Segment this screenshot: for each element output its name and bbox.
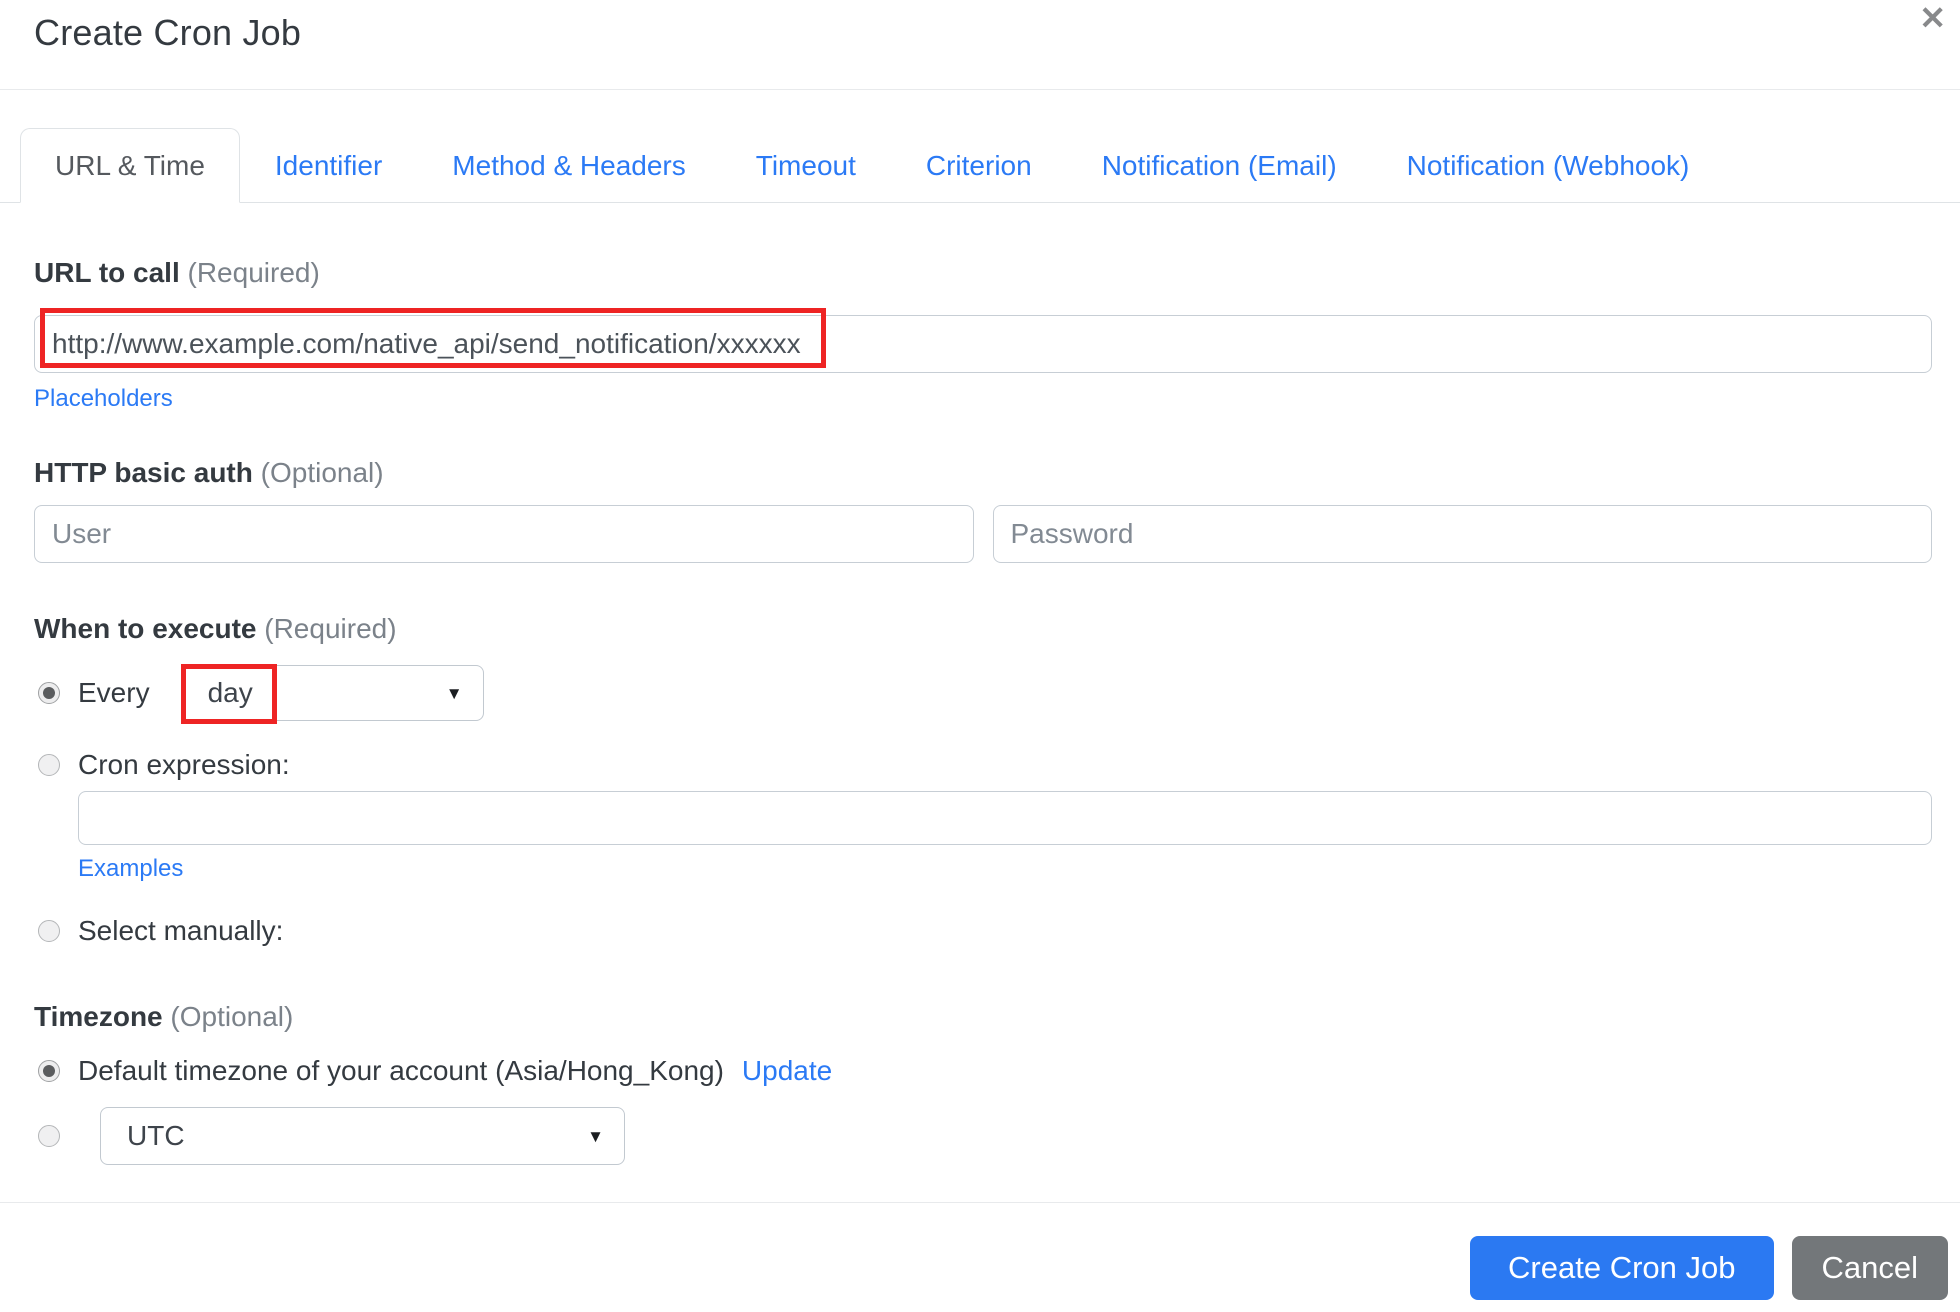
cron-expression-input[interactable] (78, 791, 1932, 845)
tab-identifier[interactable]: Identifier (240, 128, 417, 203)
cron-expression-row: Cron expression: (38, 749, 1932, 781)
when-to-execute-label: When to execute (Required) (34, 613, 397, 644)
every-label: Every (78, 677, 150, 708)
every-radio[interactable] (38, 682, 60, 704)
every-option-row: Every day ▼ (38, 664, 1932, 724)
auth-optional-hint: (Optional) (260, 457, 384, 488)
page-title: Create Cron Job (34, 12, 302, 53)
dialog-header: Create Cron Job ✕ (0, 0, 1960, 90)
url-to-call-label: URL to call (Required) (34, 257, 320, 288)
tab-criterion[interactable]: Criterion (891, 128, 1067, 203)
update-timezone-link[interactable]: Update (742, 1055, 832, 1087)
tab-panel-url-time: URL to call (Required) Placeholders HTTP… (0, 257, 1960, 1165)
url-input[interactable] (34, 315, 1932, 373)
custom-timezone-radio[interactable] (38, 1125, 60, 1147)
create-cron-job-button[interactable]: Create Cron Job (1470, 1236, 1774, 1300)
tab-method-headers[interactable]: Method & Headers (417, 128, 720, 203)
dialog-footer: Create Cron Job Cancel (0, 1202, 1960, 1300)
every-interval-select[interactable]: day ▼ (180, 664, 484, 724)
examples-link[interactable]: Examples (78, 855, 183, 883)
timezone-select[interactable]: UTC ▼ (100, 1107, 625, 1165)
default-timezone-row: Default timezone of your account (Asia/H… (38, 1055, 1932, 1087)
http-basic-auth-label: HTTP basic auth (Optional) (34, 457, 384, 488)
placeholders-link[interactable]: Placeholders (34, 385, 173, 413)
cron-input-wrap (78, 791, 1932, 845)
basic-auth-row (34, 505, 1932, 563)
when-required-hint: (Required) (264, 613, 397, 644)
select-manually-radio[interactable] (38, 920, 60, 942)
chevron-down-icon: ▼ (587, 1126, 604, 1146)
every-interval-value: day (207, 677, 253, 708)
tab-notification-email[interactable]: Notification (Email) (1067, 128, 1372, 203)
tab-url-time[interactable]: URL & Time (20, 128, 240, 203)
url-required-hint: (Required) (187, 257, 320, 288)
select-manually-label: Select manually: (78, 915, 284, 946)
timezone-select-value: UTC (127, 1120, 185, 1151)
create-cron-job-dialog: Create Cron Job ✕ URL & Time Identifier … (0, 0, 1960, 1312)
select-manually-row: Select manually: (38, 915, 1932, 947)
auth-user-input[interactable] (34, 505, 974, 563)
tab-bar: URL & Time Identifier Method & Headers T… (0, 128, 1960, 203)
cron-expression-radio[interactable] (38, 754, 60, 776)
close-icon[interactable]: ✕ (1919, 2, 1946, 34)
auth-password-input[interactable] (992, 505, 1932, 563)
cron-expression-label: Cron expression: (78, 749, 290, 780)
default-timezone-radio[interactable] (38, 1060, 60, 1082)
default-timezone-label: Default timezone of your account (Asia/H… (78, 1055, 724, 1086)
custom-timezone-row: UTC ▼ (38, 1107, 1932, 1165)
chevron-down-icon: ▼ (445, 683, 463, 703)
tab-timeout[interactable]: Timeout (721, 128, 891, 203)
timezone-label: Timezone (Optional) (34, 1001, 294, 1032)
url-input-wrap (34, 308, 1932, 373)
cancel-button[interactable]: Cancel (1791, 1236, 1948, 1300)
timezone-optional-hint: (Optional) (170, 1001, 294, 1032)
tab-notification-webhook[interactable]: Notification (Webhook) (1372, 128, 1725, 203)
